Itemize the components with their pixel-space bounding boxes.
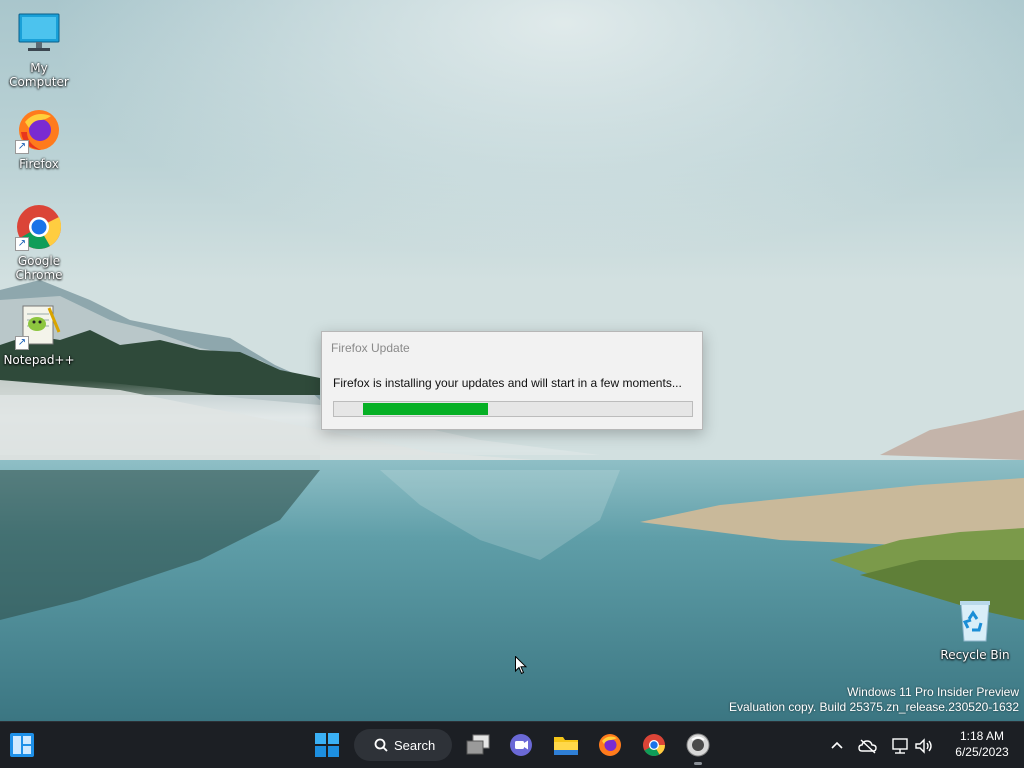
widgets-button[interactable] <box>4 728 40 762</box>
desktop-icon-recycle-bin[interactable]: Recycle Bin <box>936 597 1014 662</box>
shortcut-arrow-icon: ↗ <box>15 237 29 251</box>
clock-time: 1:18 AM <box>959 729 1005 743</box>
recycle-bin-icon <box>951 597 999 645</box>
mouse-cursor-icon <box>515 656 527 675</box>
firefox-icon: ↗ <box>15 106 63 154</box>
file-explorer-icon <box>554 737 578 755</box>
taskbar-clock[interactable]: 1:18 AM 6/25/2023 <box>942 728 1022 760</box>
taskbar-search-box[interactable]: Search <box>354 729 452 761</box>
desktop-icon-firefox[interactable]: ↗ Firefox <box>0 106 78 171</box>
desktop-icon-my-computer[interactable]: My Computer <box>0 10 78 89</box>
firefox-taskbar-button[interactable] <box>592 728 628 762</box>
desktop-icon-label: Notepad++ <box>3 353 75 367</box>
dialog-message: Firefox is installing your updates and w… <box>333 376 682 390</box>
windows-watermark: Windows 11 Pro Insider Preview Evaluatio… <box>729 685 1019 715</box>
file-explorer-button[interactable] <box>548 728 584 762</box>
running-indicator <box>694 762 702 765</box>
network-icon[interactable] <box>890 737 910 755</box>
firefox-updater-icon <box>686 733 710 757</box>
watermark-build: Evaluation copy. Build 25375.zn_release.… <box>729 700 1019 714</box>
chrome-taskbar-button[interactable] <box>636 728 672 762</box>
desktop-icon-label: Google Chrome <box>15 254 63 282</box>
watermark-edition: Windows 11 Pro Insider Preview <box>847 685 1019 699</box>
chat-icon <box>510 734 532 756</box>
search-icon <box>374 738 388 752</box>
computer-icon <box>15 10 63 58</box>
widgets-icon <box>10 733 34 757</box>
desktop-icon-label: Recycle Bin <box>940 648 1010 662</box>
taskbar: Search 1:18 AM 6/25/2023 <box>0 721 1024 768</box>
system-tray <box>828 722 934 768</box>
task-view-button[interactable] <box>460 728 496 762</box>
volume-icon[interactable] <box>914 737 934 755</box>
desktop-icon-label: Firefox <box>19 157 59 171</box>
desktop-icon-notepadpp[interactable]: ↗ Notepad++ <box>0 302 78 367</box>
firefox-update-dialog[interactable]: Firefox Update Firefox is installing you… <box>321 331 703 430</box>
chrome-icon <box>643 734 665 756</box>
dialog-title: Firefox Update <box>331 341 410 355</box>
progress-bar-fill <box>363 403 488 415</box>
shortcut-arrow-icon: ↗ <box>15 336 29 350</box>
firefox-icon <box>599 734 621 756</box>
shortcut-arrow-icon: ↗ <box>15 140 29 154</box>
chrome-icon: ↗ <box>15 203 63 251</box>
search-label: Search <box>394 737 436 753</box>
start-icon <box>315 733 339 757</box>
notepadpp-icon: ↗ <box>15 302 63 350</box>
firefox-updater-taskbar-button[interactable] <box>680 728 716 762</box>
task-view-icon <box>466 734 490 755</box>
desktop-icon-google-chrome[interactable]: ↗ Google Chrome <box>0 203 78 282</box>
chevron-up-icon[interactable] <box>828 737 846 755</box>
update-progress-bar <box>333 401 693 417</box>
onedrive-offline-icon[interactable] <box>858 737 878 755</box>
desktop-icon-label: My Computer <box>9 61 69 89</box>
clock-date: 6/25/2023 <box>955 745 1009 759</box>
chat-button[interactable] <box>503 728 539 762</box>
start-button[interactable] <box>309 728 345 762</box>
